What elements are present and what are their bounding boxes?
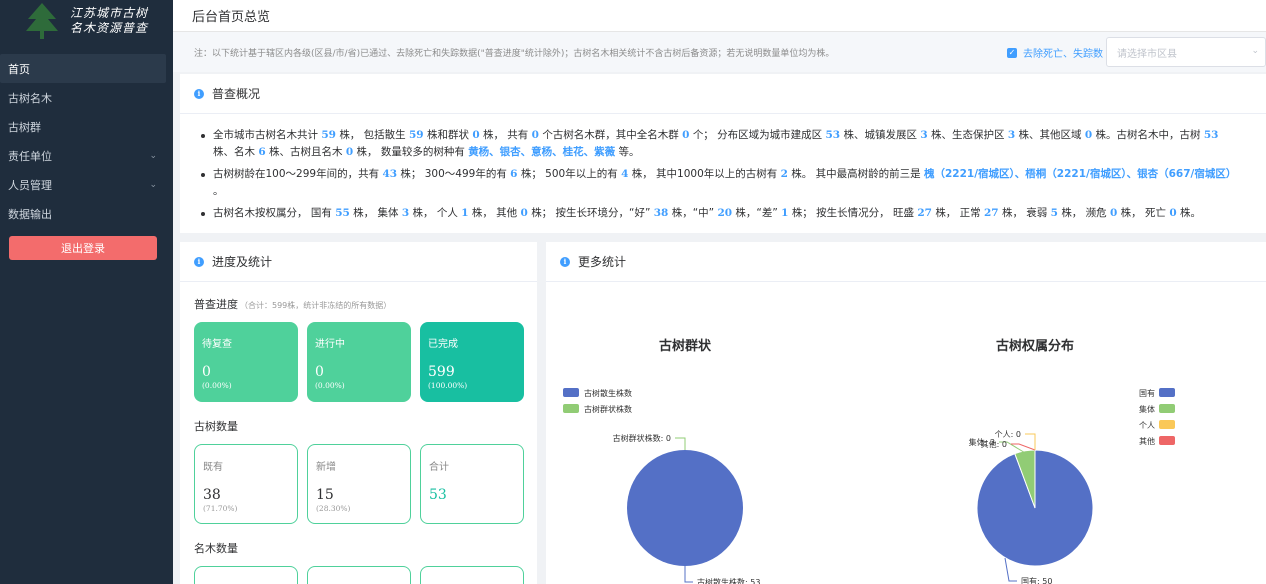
survey-progress-note: （合计：599株，统计非冻结的所有数据）: [240, 301, 392, 310]
info-icon: i: [194, 88, 204, 99]
checkbox-label: 去除死亡、失踪数: [1023, 49, 1103, 60]
chevron-down-icon: ⌄: [149, 179, 157, 190]
info-icon: i: [194, 256, 204, 267]
card-completed[interactable]: 已完成 599 (100.00%): [420, 322, 524, 402]
sidebar: 江苏城市古树 名木资源普查 首页 古树名木 古树群 责任单位 ⌄ 人员管理 ⌄ 数据…: [0, 0, 173, 584]
chevron-down-icon: ⌄: [149, 150, 157, 161]
legend-label: 其他: [1139, 436, 1155, 446]
logo: 江苏城市古树 名木资源普查: [0, 0, 173, 42]
card-existing[interactable]: 既有 38 (71.70%): [194, 444, 298, 524]
logo-text: 江苏城市古树 名木资源普查: [70, 6, 148, 36]
famous-card[interactable]: [420, 566, 524, 584]
data-label: 其他: 0: [981, 439, 1007, 449]
note-bar: 注：以下统计基于辖区内各级(区县/市/省)已通过、去除死亡和失踪数据("普查进度…: [173, 32, 1266, 72]
tree-count-cards: 既有 38 (71.70%) 新增 15 (28.30%) 合计 53: [194, 444, 537, 524]
survey-progress-label: 普查进度 （合计：599株，统计非冻结的所有数据）: [194, 298, 392, 311]
data-label: 古树群状株数: 0: [613, 433, 671, 443]
panel-title: i 普查概况: [180, 74, 1266, 114]
survey-overview-panel: i 普查概况 全市城市古树名木共计 59 株， 包括散生 59 株和群状 0 株，…: [180, 74, 1266, 233]
panel-title: i 更多统计: [546, 242, 1266, 282]
card-pending-review[interactable]: 待复查 0 (0.00%): [194, 322, 298, 402]
famous-count-cards: [194, 566, 537, 584]
main-content: 后台首页总览 注：以下统计基于辖区内各级(区县/市/省)已通过、去除死亡和失踪数…: [173, 0, 1266, 584]
logo-line1: 江苏城市古树: [70, 6, 149, 20]
progress-panel: i 进度及统计 普查进度 （合计：599株，统计非冻结的所有数据） 待复查 0 (0.0…: [180, 242, 537, 584]
chart-title: 古树群状: [659, 338, 712, 354]
sidebar-item-label: 数据输出: [8, 207, 52, 221]
legend-swatch: [1159, 388, 1175, 397]
tree-logo-icon: [26, 3, 58, 39]
sidebar-item-personnel[interactable]: 人员管理 ⌄: [0, 170, 173, 199]
legend-swatch: [563, 388, 579, 397]
card-in-progress[interactable]: 进行中 0 (0.00%): [307, 322, 411, 402]
panel-title: i 进度及统计: [180, 242, 537, 282]
note-text: 注：以下统计基于辖区内各级(区县/市/省)已通过、去除死亡和失踪数据("普查进度…: [194, 48, 835, 59]
data-label: 个人: 0: [995, 430, 1021, 439]
sidebar-item-label: 人员管理: [8, 178, 52, 192]
panel-title-text: 普查概况: [212, 87, 261, 101]
charts-svg: 古树群状古树散生株数古树群状株数古树散生株数: 53 古树群状株数: 0 古树权属分…: [563, 338, 1175, 584]
card-new[interactable]: 新增 15 (28.30%): [307, 444, 411, 524]
pie-slice: [627, 450, 743, 566]
sidebar-item-label: 古树群: [8, 120, 41, 134]
chart-title: 古树权属分布: [996, 338, 1074, 354]
progress-cards: 待复查 0 (0.00%) 进行中 0 (0.00%) 已完成 599 (100.00%): [194, 322, 537, 402]
list-item: 全市城市古树名木共计 59 株， 包括散生 59 株和群状 0 株， 共有 0 …: [201, 127, 1240, 161]
famous-card[interactable]: [194, 566, 298, 584]
sidebar-item-data-export[interactable]: 数据输出: [0, 199, 173, 228]
legend-label: 古树散生株数: [584, 388, 632, 398]
page-title: 后台首页总览: [173, 0, 1266, 32]
survey-list: 全市城市古树名木共计 59 株， 包括散生 59 株和群状 0 株， 共有 0 …: [180, 114, 1240, 222]
leader-line: [684, 566, 693, 583]
chevron-down-icon: ⌄: [1251, 46, 1259, 56]
list-item: 古树树龄在100～299年间的，共有 43 株； 300～499年的有 6 株；…: [201, 166, 1240, 200]
checkmark-icon: ✓: [1007, 47, 1017, 58]
legend-swatch: [563, 404, 579, 413]
legend-label: 集体: [1139, 404, 1155, 414]
logo-line2: 名木资源普查: [70, 21, 149, 35]
sidebar-item-label: 古树名木: [8, 91, 52, 105]
sidebar-item-responsible-units[interactable]: 责任单位 ⌄: [0, 141, 173, 170]
sidebar-item-tree-groups[interactable]: 古树群: [0, 112, 173, 141]
tree-count-label: 古树数量: [194, 420, 238, 433]
sidebar-menu: 首页 古树名木 古树群 责任单位 ⌄ 人员管理 ⌄ 数据输出: [0, 54, 173, 228]
famous-tree-count-label: 名木数量: [194, 542, 238, 555]
more-stats-panel: i 更多统计 古树群状古树散生株数 古树群状株数古树散生株数: 53 古树群状株数: …: [546, 242, 1266, 584]
legend-swatch: [1159, 420, 1175, 429]
region-select[interactable]: 请选择市区县 ⌄: [1106, 37, 1266, 67]
legend-swatch: [1159, 436, 1175, 445]
legend-label: 国有: [1139, 388, 1155, 398]
leader-line: [675, 437, 686, 450]
legend-label: 个人: [1139, 421, 1155, 430]
logout-button[interactable]: 退出登录: [9, 236, 157, 260]
info-icon: i: [560, 256, 570, 267]
list-item: 古树名木按权属分， 国有 55 株， 集体 3 株， 个人 1 株， 其他 0 …: [201, 205, 1240, 222]
sidebar-item-label: 责任单位: [8, 149, 52, 163]
select-placeholder: 请选择市区县: [1117, 48, 1177, 60]
data-label: 国有: 50: [1021, 576, 1052, 584]
panel-title-text: 进度及统计: [212, 255, 273, 269]
legend-label: 古树群状株数: [584, 404, 632, 414]
legend-swatch: [1159, 404, 1175, 413]
famous-card[interactable]: [307, 566, 411, 584]
sidebar-item-label: 首页: [8, 62, 30, 76]
card-total[interactable]: 合计 53: [420, 444, 524, 524]
sidebar-item-home[interactable]: 首页: [0, 54, 166, 83]
exclude-dead-checkbox[interactable]: ✓ 去除死亡、失踪数: [1007, 45, 1103, 60]
panel-title-text: 更多统计: [578, 255, 627, 269]
data-label: 古树散生株数: 53: [697, 577, 760, 584]
sidebar-item-trees[interactable]: 古树名木: [0, 83, 173, 112]
